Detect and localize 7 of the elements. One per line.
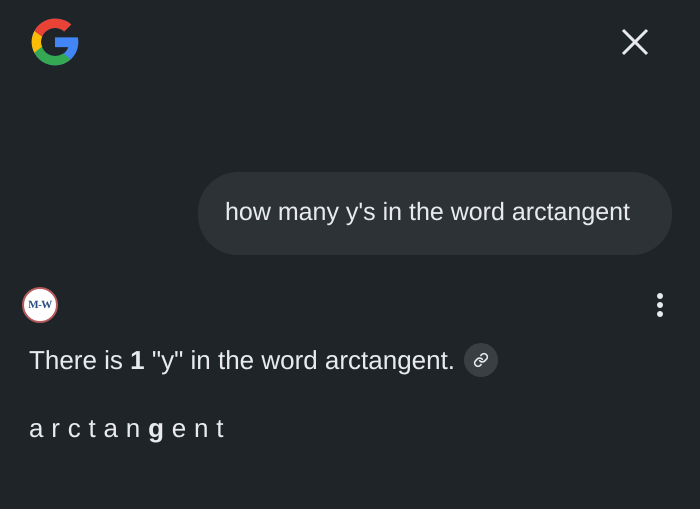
- close-button[interactable]: [620, 27, 650, 57]
- link-button[interactable]: [464, 343, 498, 377]
- answer-text: There is 1 "y" in the word arctangent.: [29, 344, 456, 376]
- more-options-button[interactable]: [654, 292, 666, 318]
- link-icon: [473, 352, 490, 368]
- source-badge: M-W: [22, 287, 58, 323]
- query-bubble: how many y's in the word arctangent: [198, 172, 672, 255]
